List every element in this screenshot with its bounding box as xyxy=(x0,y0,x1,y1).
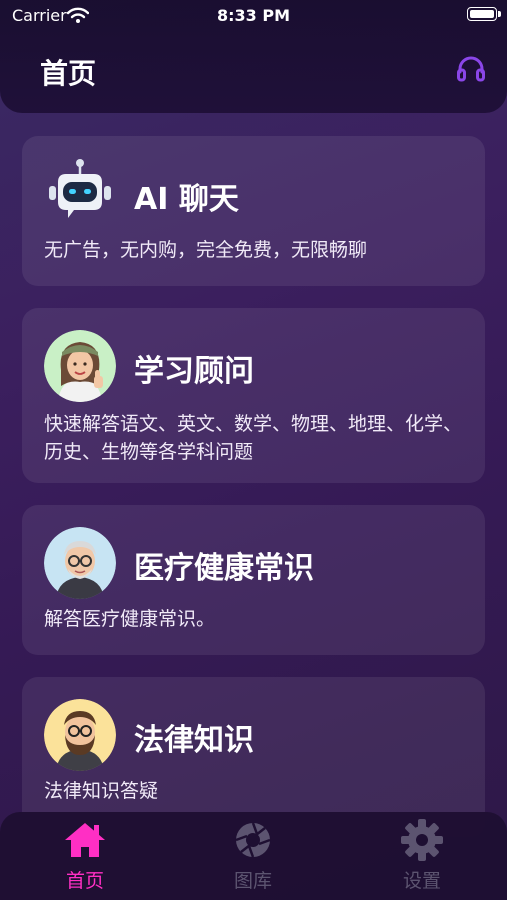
tab-gallery[interactable]: 图库 xyxy=(193,820,313,893)
card-title: 医疗健康常识 xyxy=(134,551,314,586)
aperture-icon xyxy=(235,822,271,858)
page-title: 首页 xyxy=(40,57,97,90)
card-title: AI 聊天 xyxy=(134,182,239,217)
feature-card-list: AI 聊天 无广告，无内购，完全免费，无限畅聊 学习顾问 快速解答语文、英文、数… xyxy=(22,136,485,837)
home-icon xyxy=(65,823,105,857)
status-bar: Carrier 8:33 PM xyxy=(0,0,507,32)
tab-settings[interactable]: 设置 xyxy=(362,819,482,893)
tab-label: 图库 xyxy=(233,870,272,892)
card-title: 学习顾问 xyxy=(134,354,254,389)
card-description: 无广告，无内购，完全免费，无限畅聊 xyxy=(44,239,368,261)
card-ai-chat[interactable]: AI 聊天 无广告，无内购，完全免费，无限畅聊 xyxy=(22,136,485,286)
status-time: 8:33 PM xyxy=(216,6,290,25)
tab-label: 设置 xyxy=(402,870,441,892)
tab-home[interactable]: 首页 xyxy=(25,820,145,893)
avatar-bearded-man-glasses xyxy=(44,699,116,771)
headset-icon[interactable] xyxy=(455,54,487,86)
battery-icon xyxy=(467,7,501,21)
card-description: 法律知识答疑 xyxy=(44,780,159,802)
tab-label: 首页 xyxy=(65,870,104,892)
card-title: 法律知识 xyxy=(134,723,254,758)
avatar-grey-hair-glasses xyxy=(44,527,116,599)
card-description: 快速解答语文、英文、数学、物理、地理、化学、历史、生物等各学科问题 xyxy=(44,413,463,463)
card-study-advisor[interactable]: 学习顾问 快速解答语文、英文、数学、物理、地理、化学、历史、生物等各学科问题 xyxy=(22,308,485,483)
avatar-woman-thumbsup xyxy=(44,330,116,402)
robot-icon xyxy=(49,159,111,218)
gear-icon xyxy=(401,819,443,861)
tab-bar: 首页 图库 设置 xyxy=(0,812,507,900)
card-health-knowledge[interactable]: 医疗健康常识 解答医疗健康常识。 xyxy=(22,505,485,655)
card-description: 解答医疗健康常识。 xyxy=(44,608,216,630)
